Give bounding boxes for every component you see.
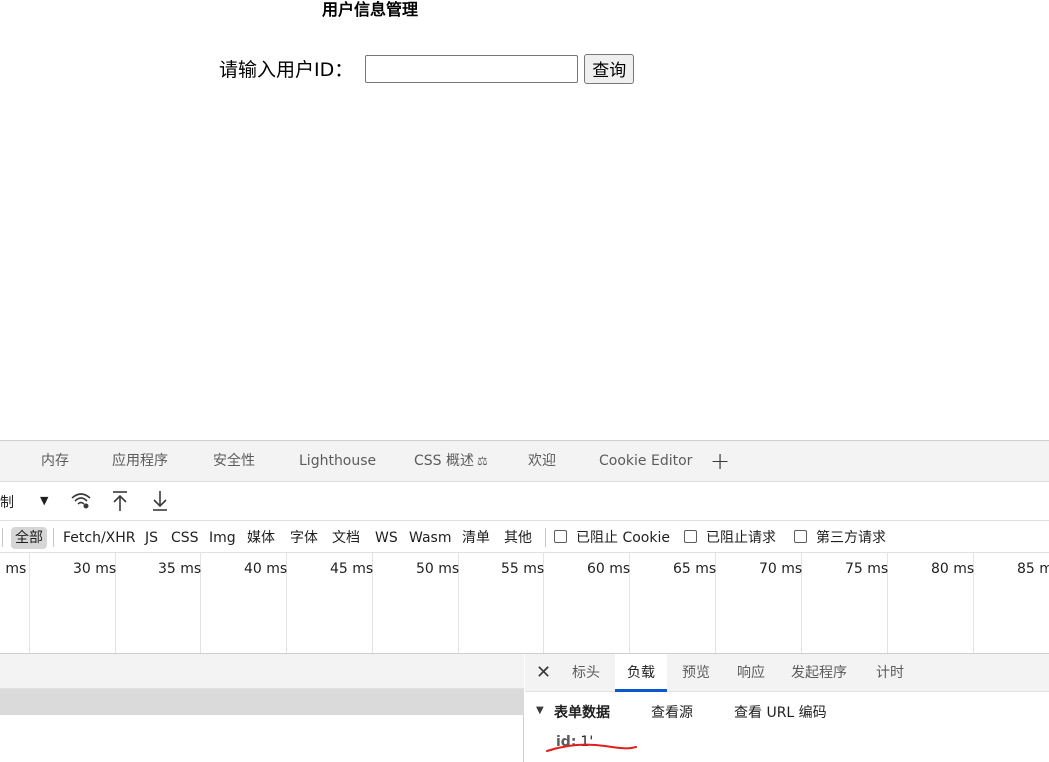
view-url-encoded-link[interactable]: 查看 URL 编码 <box>734 702 827 722</box>
blocked-cookies-checkbox[interactable] <box>554 530 567 543</box>
blocked-requests-label: 已阻止请求 <box>706 530 776 546</box>
devtools-tab-bar: 内存 应用程序 安全性 Lighthouse CSS 概述 ⚖ 欢迎 Cookie… <box>0 441 1049 482</box>
filter-wasm[interactable]: Wasm <box>409 527 451 549</box>
filter-media[interactable]: 媒体 <box>247 527 275 549</box>
triangle-down-icon[interactable]: ▼ <box>536 705 544 716</box>
filter-manifest[interactable]: 清单 <box>462 527 490 549</box>
tab-application[interactable]: 应用程序 <box>112 441 168 482</box>
filter-fetch-xhr[interactable]: Fetch/XHR <box>63 527 136 549</box>
timeline-tick-label: 50 ms <box>416 561 460 577</box>
timeline-tick-label: 70 ms <box>759 561 803 577</box>
form-data-title: 表单数据 <box>554 705 610 721</box>
filter-font[interactable]: 字体 <box>290 527 318 549</box>
network-toolbar: 制 ▼ <box>0 482 1049 521</box>
filter-img[interactable]: Img <box>209 527 236 549</box>
tab-welcome[interactable]: 欢迎 <box>528 441 556 482</box>
third-party-checkbox[interactable] <box>794 530 807 543</box>
timeline-tick-label: 65 ms <box>673 561 717 577</box>
timeline-gridline <box>29 553 30 653</box>
tab-payload[interactable]: 负载 <box>615 654 667 692</box>
tab-security[interactable]: 安全性 <box>213 441 255 482</box>
filter-divider <box>53 528 54 547</box>
more-tabs-plus-icon[interactable]: + <box>710 449 730 473</box>
filter-css[interactable]: CSS <box>171 527 199 549</box>
timeline-tick-label: 5 ms <box>0 561 27 577</box>
timeline-tick-label: 75 ms <box>845 561 889 577</box>
throttle-select-label[interactable]: 制 <box>0 492 14 512</box>
timeline-tick-label: 60 ms <box>587 561 631 577</box>
filter-ws[interactable]: WS <box>375 527 398 549</box>
blocked-requests-checkbox[interactable] <box>684 530 697 543</box>
tab-preview[interactable]: 预览 <box>682 654 710 692</box>
table-row[interactable] <box>0 689 524 715</box>
timeline-tick-label: 35 ms <box>158 561 202 577</box>
timeline-tick-label: 55 ms <box>501 561 545 577</box>
network-timeline[interactable]: 5 ms 30 ms 35 ms 40 ms 45 ms 50 ms 55 ms… <box>0 553 1049 654</box>
tab-css-overview[interactable]: CSS 概述 ⚖ <box>414 441 488 482</box>
timeline-tick-label: 80 ms <box>931 561 975 577</box>
filter-divider <box>545 528 546 547</box>
query-form: 请输入用户ID： 查询 <box>219 53 635 84</box>
filter-doc[interactable]: 文档 <box>332 527 360 549</box>
timeline-tick-label: 45 ms <box>330 561 374 577</box>
tab-response[interactable]: 响应 <box>737 654 765 692</box>
download-icon[interactable] <box>147 487 173 515</box>
red-annotation-underline <box>546 743 637 752</box>
filter-divider <box>2 528 3 547</box>
close-icon[interactable]: ✕ <box>536 662 551 684</box>
query-button[interactable]: 查询 <box>584 53 635 84</box>
tab-initiator[interactable]: 发起程序 <box>791 654 847 692</box>
blocked-cookies-label: 已阻止 Cookie <box>576 530 670 546</box>
filter-js[interactable]: JS <box>145 527 158 549</box>
tab-timing[interactable]: 计时 <box>876 654 904 692</box>
network-conditions-icon[interactable] <box>68 487 94 515</box>
timeline-tick-label: 40 ms <box>244 561 288 577</box>
user-id-label: 请输入用户ID： <box>219 59 354 81</box>
chevron-down-icon[interactable]: ▼ <box>40 494 48 507</box>
details-tab-bar: ✕ 标头 负载 预览 响应 发起程序 计时 <box>525 654 1049 692</box>
request-list-header <box>0 654 524 689</box>
third-party-label: 第三方请求 <box>816 530 886 546</box>
beaker-icon: ⚖ <box>477 454 488 468</box>
form-data-section-header[interactable]: ▼ 表单数据 查看源 查看 URL 编码 <box>525 700 1049 722</box>
devtools-panel: 内存 应用程序 安全性 Lighthouse CSS 概述 ⚖ 欢迎 Cookie… <box>0 440 1049 762</box>
page-title: 用户信息管理 <box>322 0 419 19</box>
tab-css-overview-label: CSS 概述 <box>414 453 474 469</box>
user-id-input[interactable] <box>365 54 579 83</box>
request-list <box>0 654 524 762</box>
network-lower-pane: ✕ 标头 负载 预览 响应 发起程序 计时 ▼ 表单数据 查看源 查看 URL … <box>0 654 1049 762</box>
tab-memory[interactable]: 内存 <box>41 441 69 482</box>
tab-cookie-editor[interactable]: Cookie Editor <box>599 441 692 482</box>
filter-other[interactable]: 其他 <box>504 527 532 549</box>
tab-lighthouse[interactable]: Lighthouse <box>299 441 376 482</box>
tab-headers[interactable]: 标头 <box>572 654 600 692</box>
timeline-tick-label: 85 ms <box>1017 561 1049 577</box>
timeline-tick-label: 30 ms <box>73 561 117 577</box>
request-type-filters: 全部 Fetch/XHR JS CSS Img 媒体 字体 文档 WS Wasm… <box>0 521 1049 553</box>
view-source-link[interactable]: 查看源 <box>651 702 693 722</box>
filter-all[interactable]: 全部 <box>11 527 47 549</box>
upload-icon[interactable] <box>107 487 133 515</box>
